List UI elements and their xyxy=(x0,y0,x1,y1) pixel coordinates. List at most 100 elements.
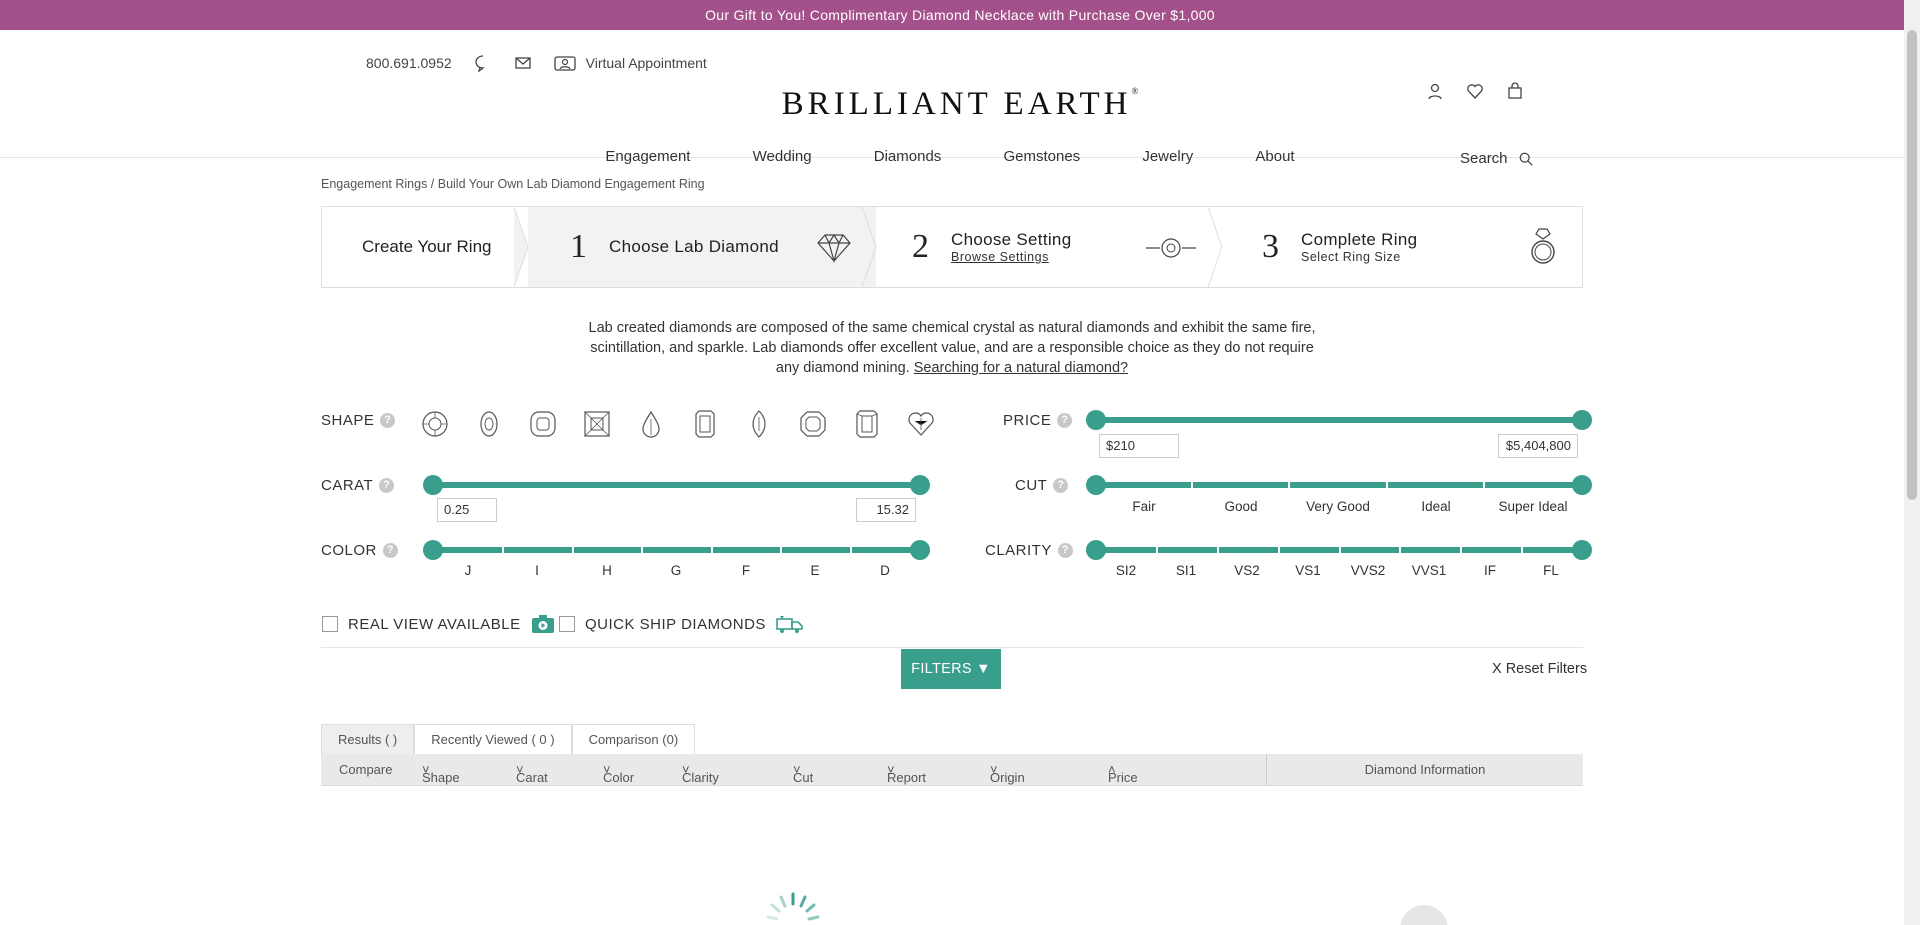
cut-slider-min-handle[interactable] xyxy=(1086,475,1106,495)
tab-comparison[interactable]: Comparison (0) xyxy=(571,724,696,754)
round-icon[interactable] xyxy=(420,409,450,439)
nav-jewelry[interactable]: Jewelry xyxy=(1142,148,1193,165)
virtual-appointment-link[interactable]: Virtual Appointment xyxy=(553,54,707,72)
shopping-bag-icon[interactable] xyxy=(1506,82,1524,100)
price-min-input[interactable]: $210 xyxy=(1099,434,1179,458)
account-icon[interactable] xyxy=(1426,82,1444,100)
email-icon[interactable] xyxy=(514,54,532,72)
color-tick-label: I xyxy=(535,563,539,578)
column-compare[interactable]: Compare xyxy=(339,762,392,777)
oval-icon[interactable] xyxy=(474,409,504,439)
nav-diamonds[interactable]: Diamonds xyxy=(874,148,942,165)
carat-max-input[interactable]: 15.32 xyxy=(856,498,916,522)
price-slider-track[interactable] xyxy=(1096,417,1582,423)
step-subtitle: Select Ring Size xyxy=(1301,250,1401,264)
column-report[interactable]: Report ˅ xyxy=(887,762,926,785)
cut-slider-track[interactable] xyxy=(1096,482,1582,488)
lab-diamond-intro: Lab created diamonds are composed of the… xyxy=(580,318,1324,378)
brand-logo[interactable]: BRILLIANT EARTH® xyxy=(0,86,1920,123)
wishlist-heart-icon[interactable] xyxy=(1466,82,1484,100)
slider-tick xyxy=(572,547,574,553)
help-icon[interactable]: ? xyxy=(1057,543,1073,558)
slider-tick xyxy=(1399,547,1401,553)
checkbox-box[interactable] xyxy=(559,616,575,632)
asscher-icon[interactable] xyxy=(798,409,828,439)
virtual-appointment-label: Virtual Appointment xyxy=(585,55,707,71)
price-slider-max-handle[interactable] xyxy=(1572,410,1592,430)
search-button[interactable]: Search xyxy=(1460,150,1534,167)
ring-setting-icon xyxy=(1146,238,1196,258)
chat-icon[interactable] xyxy=(474,54,492,72)
scrollbar-thumb[interactable] xyxy=(1907,30,1917,500)
chat-widget-button[interactable] xyxy=(1400,905,1448,925)
filters-button[interactable]: FILTERS ▼ xyxy=(901,649,1001,689)
slider-tick xyxy=(1288,482,1290,488)
tab-recently-viewed[interactable]: Recently Viewed ( 0 ) xyxy=(414,724,572,754)
price-filter-label: PRICE? xyxy=(1003,412,1073,429)
real-view-checkbox[interactable]: REAL VIEW AVAILABLE xyxy=(322,614,555,634)
reset-filters-link[interactable]: X Reset Filters xyxy=(1492,661,1587,677)
column-cut[interactable]: Cut ˅ xyxy=(793,762,813,785)
princess-icon[interactable] xyxy=(582,409,612,439)
create-your-ring-label: Create Your Ring xyxy=(362,237,492,256)
help-icon[interactable]: ? xyxy=(380,413,396,428)
results-tabs: Results ( ) Recently Viewed ( 0 ) Compar… xyxy=(321,724,696,754)
promo-banner[interactable]: Our Gift to You! Complimentary Diamond N… xyxy=(0,0,1920,30)
nav-about[interactable]: About xyxy=(1255,148,1294,165)
column-origin[interactable]: Origin ˅ xyxy=(990,762,1025,785)
carat-slider-min-handle[interactable] xyxy=(423,475,443,495)
nav-gemstones[interactable]: Gemstones xyxy=(1003,148,1080,165)
carat-filter-label: CARAT? xyxy=(321,477,395,494)
carat-slider-max-handle[interactable] xyxy=(910,475,930,495)
nav-engagement[interactable]: Engagement xyxy=(605,148,690,165)
emerald-icon[interactable] xyxy=(690,409,720,439)
column-shape[interactable]: Shape ˅ xyxy=(422,762,460,785)
column-price[interactable]: Price ˄ xyxy=(1108,762,1138,785)
help-icon[interactable]: ? xyxy=(382,543,398,558)
color-tick-label: F xyxy=(741,563,751,578)
color-slider-max-handle[interactable] xyxy=(910,540,930,560)
checkbox-box[interactable] xyxy=(322,616,338,632)
column-carat[interactable]: Carat ˅ xyxy=(516,762,548,785)
quick-ship-checkbox[interactable]: QUICK SHIP DIAMONDS xyxy=(559,614,804,634)
marquise-icon[interactable] xyxy=(744,409,774,439)
quick-ship-label: QUICK SHIP DIAMONDS xyxy=(585,615,766,633)
help-icon[interactable]: ? xyxy=(1057,413,1073,428)
radiant-icon[interactable] xyxy=(852,409,882,439)
natural-diamond-link[interactable]: Searching for a natural diamond? xyxy=(914,360,1128,376)
clarity-slider-track[interactable] xyxy=(1096,547,1582,553)
pear-icon[interactable] xyxy=(636,409,666,439)
tab-results[interactable]: Results ( ) xyxy=(321,724,415,754)
step-choose-lab-diamond[interactable]: 1 Choose Lab Diamond xyxy=(528,207,877,287)
step-choose-setting[interactable]: 2 Choose Setting Browse Settings xyxy=(876,207,1223,287)
clarity-slider-min-handle[interactable] xyxy=(1086,540,1106,560)
cut-tick-label: Good xyxy=(1224,499,1258,514)
step-title: Complete Ring xyxy=(1301,230,1418,249)
price-max-input[interactable]: $5,404,800 xyxy=(1498,434,1578,458)
nav-wedding[interactable]: Wedding xyxy=(753,148,812,165)
cushion-icon[interactable] xyxy=(528,409,558,439)
phone-link[interactable]: 800.691.0952 xyxy=(366,55,452,71)
help-icon[interactable]: ? xyxy=(379,478,395,493)
step-chevron xyxy=(862,207,877,287)
clarity-tick-label: FL xyxy=(1543,563,1559,578)
clarity-filter-label: CLARITY? xyxy=(985,542,1073,559)
carat-slider-track[interactable] xyxy=(433,482,920,488)
step-title: Choose Lab Diamond xyxy=(609,237,779,256)
clarity-slider-max-handle[interactable] xyxy=(1572,540,1592,560)
camera-icon xyxy=(531,615,554,633)
cut-slider-max-handle[interactable] xyxy=(1572,475,1592,495)
price-slider-min-handle[interactable] xyxy=(1086,410,1106,430)
color-slider-min-handle[interactable] xyxy=(423,540,443,560)
help-icon[interactable]: ? xyxy=(1053,478,1069,493)
column-clarity[interactable]: Clarity ˅ xyxy=(682,762,719,785)
slider-tick xyxy=(850,547,852,553)
breadcrumb[interactable]: Engagement Rings / Build Your Own Lab Di… xyxy=(321,177,705,191)
color-slider-track[interactable] xyxy=(433,547,920,553)
browse-settings-link[interactable]: Browse Settings xyxy=(951,250,1071,264)
heart-icon[interactable] xyxy=(906,409,936,439)
page-scrollbar[interactable] xyxy=(1904,0,1920,925)
carat-min-input[interactable]: 0.25 xyxy=(437,498,497,522)
column-color[interactable]: Color ˅ xyxy=(603,762,634,785)
step-complete-ring[interactable]: 3 Complete Ring Select Ring Size xyxy=(1222,207,1582,287)
